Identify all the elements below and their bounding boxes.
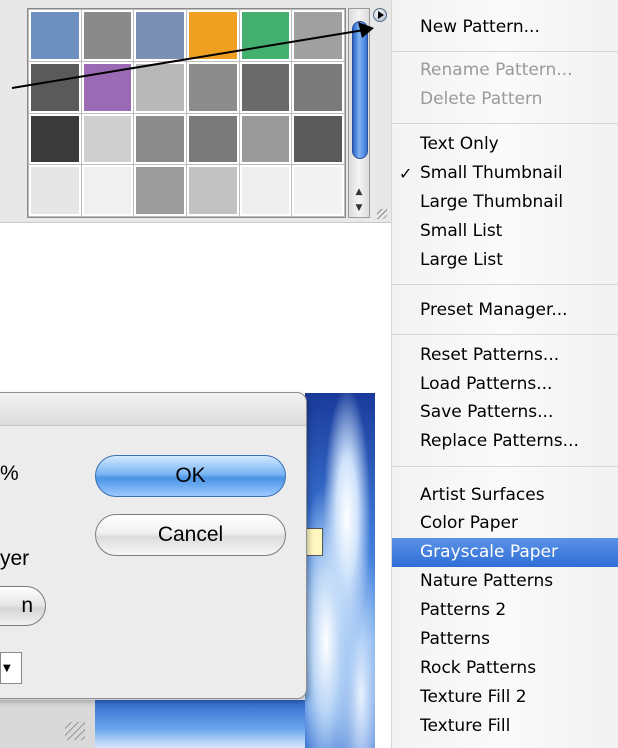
pattern-swatch[interactable] [292,165,344,216]
menu-item-load-patterns[interactable]: Load Patterns... [392,370,618,399]
scroll-up-arrow-icon[interactable]: ▲ [351,185,367,199]
menu-item-rename-pattern: Rename Pattern... [420,60,573,80]
flyout-menu-button[interactable] [373,8,387,22]
pattern-swatch[interactable] [292,10,344,61]
menu-item-new-pattern[interactable]: New Pattern... [392,13,618,42]
dialog-title-bar [0,393,306,426]
pattern-swatch[interactable] [81,165,134,216]
pattern-swatch[interactable] [29,113,81,165]
pattern-swatch[interactable] [81,61,134,113]
pattern-swatch[interactable] [187,10,239,61]
pattern-swatch[interactable] [292,61,344,113]
menu-item-patterns-2[interactable]: Patterns 2 [392,596,618,625]
menu-item-label: Small Thumbnail [420,163,563,183]
pattern-swatch[interactable] [134,113,186,165]
menu-item-color-paper[interactable]: Color Paper [392,509,618,538]
pattern-swatch[interactable] [29,165,81,216]
menu-item-artist-surfaces[interactable]: Artist Surfaces [392,481,618,510]
pattern-swatch[interactable] [81,10,134,61]
menu-item-rock-patterns[interactable]: Rock Patterns [392,654,618,683]
pattern-swatch[interactable] [239,61,292,113]
menu-item-preset-manager[interactable]: Preset Manager... [392,296,618,325]
pattern-swatch[interactable] [29,10,81,61]
pattern-swatch[interactable] [187,165,239,216]
menu-item-large-thumbnail[interactable]: Large Thumbnail [392,188,618,217]
pattern-swatch[interactable] [29,61,81,113]
pattern-scrollbar[interactable]: ▲ ▼ [348,8,370,218]
menu-item-save-patterns[interactable]: Save Patterns... [392,398,618,427]
pattern-swatch-grid [27,8,346,218]
dropdown-field[interactable]: ▼ [0,652,22,684]
sky-image-bottom [95,700,305,748]
resize-grip-icon[interactable] [65,722,85,740]
pattern-picker-panel: ▲ ▼ [0,0,396,223]
pattern-swatch[interactable] [81,113,134,165]
chevron-down-icon: ▼ [3,663,11,674]
sky-image [305,393,375,748]
pattern-swatch[interactable] [187,61,239,113]
menu-item-nature-patterns[interactable]: Nature Patterns [392,567,618,596]
menu-item-small-list[interactable]: Small List [392,217,618,246]
menu-item-texture-fill[interactable]: Texture Fill [392,712,618,741]
pattern-swatch[interactable] [134,165,186,216]
menu-item-text-only[interactable]: Text Only [392,130,618,159]
color-field-strip [305,528,323,556]
partial-button[interactable]: n [0,586,46,626]
pattern-swatch[interactable] [239,113,292,165]
menu-item-texture-fill-2[interactable]: Texture Fill 2 [392,683,618,712]
pattern-options-menu: New Pattern... Rename Pattern... Delete … [391,0,618,748]
scrollbar-thumb[interactable] [352,21,368,159]
pattern-swatch[interactable] [239,165,292,216]
pattern-swatch[interactable] [134,10,186,61]
pattern-swatch[interactable] [187,113,239,165]
pattern-swatch[interactable] [239,10,292,61]
menu-item-grayscale-paper[interactable]: Grayscale Paper [392,538,618,567]
layer-label: yer [0,547,30,570]
menu-item-reset-patterns[interactable]: Reset Patterns... [392,341,618,370]
checkmark-icon: ✓ [399,164,413,183]
menu-item-replace-patterns[interactable]: Replace Patterns... [392,427,618,456]
ok-button[interactable]: OK [95,455,286,497]
scroll-down-arrow-icon[interactable]: ▼ [351,201,367,215]
menu-item-small-thumbnail[interactable]: ✓ Small Thumbnail [392,159,618,188]
menu-item-large-list[interactable]: Large List [392,246,618,275]
percent-label: % [0,462,19,485]
resize-grip-icon[interactable] [377,209,387,219]
pattern-swatch[interactable] [292,113,344,165]
cancel-button[interactable]: Cancel [95,514,286,556]
menu-item-delete-pattern: Delete Pattern [420,89,543,109]
pattern-swatch[interactable] [134,61,186,113]
menu-item-patterns[interactable]: Patterns [392,625,618,654]
